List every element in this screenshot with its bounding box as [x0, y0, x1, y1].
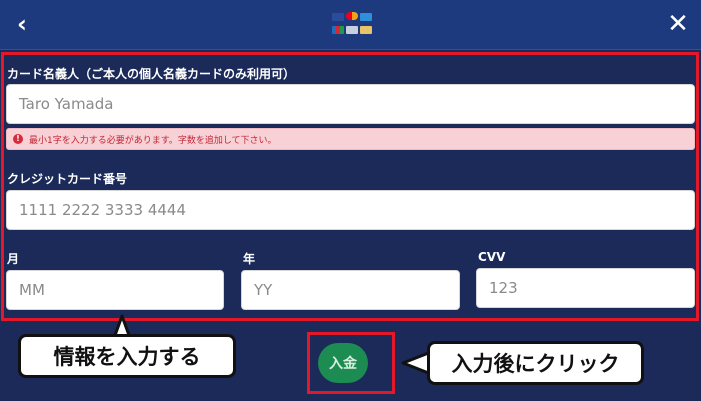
year-label: 年	[243, 252, 256, 266]
close-icon[interactable]: ✕	[663, 9, 693, 39]
jcb-logo	[332, 26, 344, 34]
payment-logos	[330, 11, 374, 39]
card-number-input[interactable]: 1111 2222 3333 4444	[6, 190, 695, 230]
amex-logo	[360, 13, 372, 21]
error-message: ! 最小1字を入力する必要があります。字数を追加して下さい。	[6, 128, 695, 150]
card-logo-2	[360, 26, 372, 34]
cvv-input[interactable]: 123	[476, 268, 695, 308]
visa-logo	[332, 13, 344, 21]
annotation-enter-info: 情報を入力する	[18, 334, 236, 378]
deposit-button[interactable]: 入金	[318, 343, 368, 383]
header-bar: ‹ ✕	[0, 0, 701, 50]
year-input[interactable]: YY	[241, 270, 460, 310]
error-text: 最小1字を入力する必要があります。字数を追加して下さい。	[29, 135, 277, 146]
error-icon: !	[13, 134, 23, 144]
cardholder-label: カード名義人（ご本人の個人名義カードのみ利用可）	[7, 67, 296, 81]
cvv-label: CVV	[478, 250, 506, 264]
chevron-left-icon[interactable]: ‹	[8, 9, 36, 39]
annotation-click-after: 入力後にクリック	[427, 341, 644, 385]
cardholder-input[interactable]: Taro Yamada	[6, 84, 695, 124]
month-input[interactable]: MM	[6, 270, 224, 310]
card-number-label: クレジットカード番号	[7, 172, 128, 186]
mastercard-logo	[346, 12, 358, 20]
card-logo	[346, 26, 358, 34]
month-label: 月	[7, 252, 20, 266]
